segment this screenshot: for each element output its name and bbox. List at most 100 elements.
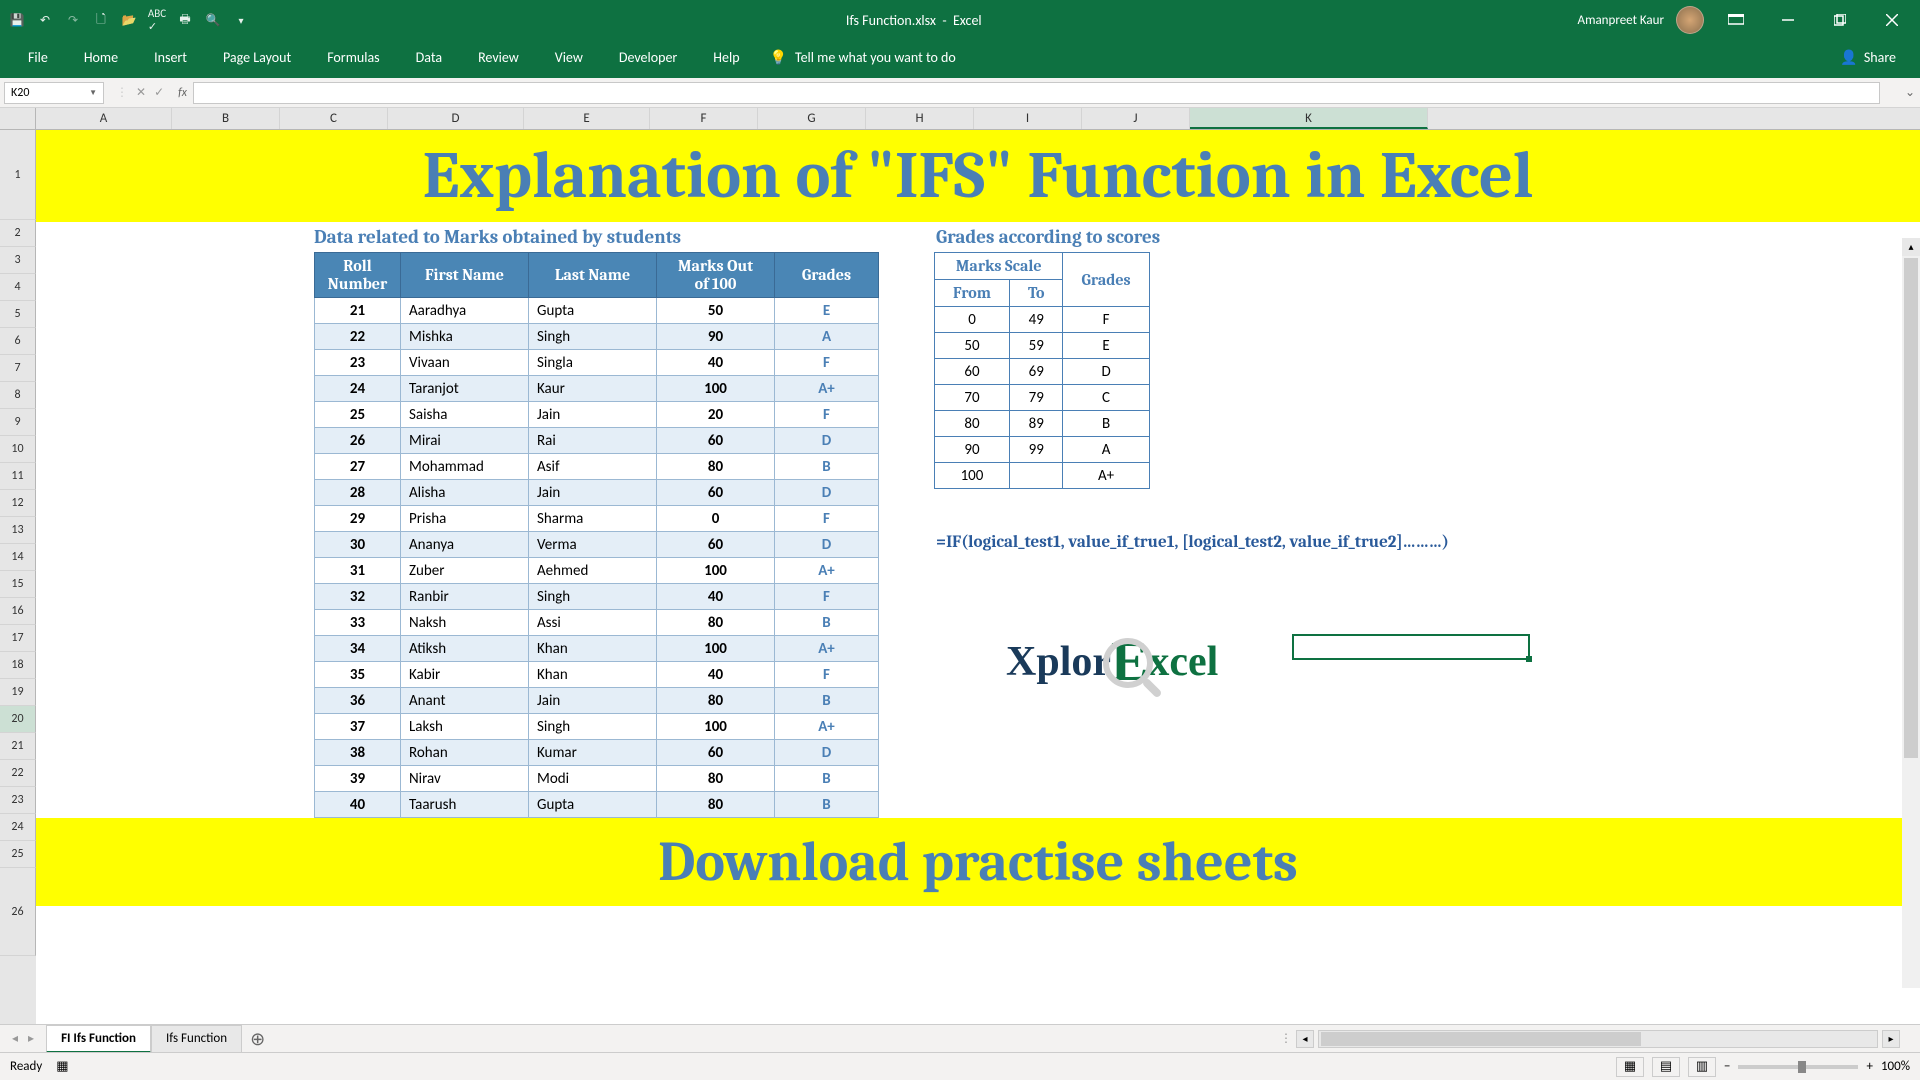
row-header-6[interactable]: 6 xyxy=(0,328,36,355)
scroll-thumb-v[interactable] xyxy=(1904,258,1918,758)
save-icon[interactable]: 💾 xyxy=(8,11,26,29)
active-cell-cursor[interactable] xyxy=(1292,634,1530,660)
zoom-level[interactable]: 100% xyxy=(1881,1059,1910,1074)
table-row[interactable]: 100A+ xyxy=(935,463,1150,489)
row-header-16[interactable]: 16 xyxy=(0,598,36,625)
split-divider[interactable]: ⋮ xyxy=(1280,1031,1292,1046)
table-row[interactable]: 33NakshAssi80B xyxy=(315,610,879,636)
row-header-7[interactable]: 7 xyxy=(0,355,36,382)
share-button[interactable]: 👤 Share xyxy=(1826,39,1910,78)
column-header-I[interactable]: I xyxy=(974,108,1082,129)
enter-formula-icon[interactable]: ✓ xyxy=(154,85,164,100)
cells-area[interactable]: Explanation of "IFS" Function in Excel D… xyxy=(36,130,1920,1044)
qat-dropdown-icon[interactable]: ▾ xyxy=(232,11,250,29)
new-icon[interactable]: 🗋 xyxy=(92,11,110,29)
expand-formula-icon[interactable]: ⌄ xyxy=(1900,85,1920,100)
table-row[interactable]: 26MiraiRai60D xyxy=(315,428,879,454)
row-header-17[interactable]: 17 xyxy=(0,625,36,652)
fx-button[interactable]: fx xyxy=(172,86,193,100)
formula-input[interactable] xyxy=(193,82,1880,104)
scroll-track-h[interactable] xyxy=(1318,1030,1878,1048)
row-header-12[interactable]: 12 xyxy=(0,490,36,517)
open-icon[interactable]: 📂 xyxy=(120,11,138,29)
row-header-14[interactable]: 14 xyxy=(0,544,36,571)
row-header-1[interactable]: 1 xyxy=(0,130,36,220)
row-header-11[interactable]: 11 xyxy=(0,463,36,490)
table-row[interactable]: 24TaranjotKaur100A+ xyxy=(315,376,879,402)
table-row[interactable]: 32RanbirSingh40F xyxy=(315,584,879,610)
tell-me-search[interactable]: 💡 Tell me what you want to do xyxy=(758,39,968,78)
row-header-2[interactable]: 2 xyxy=(0,220,36,247)
page-layout-button[interactable]: ▤ xyxy=(1652,1057,1680,1077)
sheet-tab[interactable]: FI Ifs Function xyxy=(46,1025,151,1053)
maximize-icon[interactable] xyxy=(1820,5,1860,35)
ribbon-tab-data[interactable]: Data xyxy=(398,39,460,78)
cancel-formula-icon[interactable]: ✕ xyxy=(136,85,146,100)
table-row[interactable]: 25SaishaJain20F xyxy=(315,402,879,428)
column-header-H[interactable]: H xyxy=(866,108,974,129)
scroll-up-icon[interactable]: ▴ xyxy=(1902,238,1920,256)
user-name[interactable]: Amanpreet Kaur xyxy=(1578,13,1664,28)
column-header-G[interactable]: G xyxy=(758,108,866,129)
table-row[interactable]: 37LakshSingh100A+ xyxy=(315,714,879,740)
ribbon-tab-review[interactable]: Review xyxy=(460,39,537,78)
row-header-23[interactable]: 23 xyxy=(0,787,36,814)
row-header-10[interactable]: 10 xyxy=(0,436,36,463)
table-row[interactable]: 40TaarushGupta80B xyxy=(315,792,879,818)
page-break-button[interactable]: ▥ xyxy=(1688,1057,1716,1077)
preview-icon[interactable]: 🔍 xyxy=(204,11,222,29)
row-header-15[interactable]: 15 xyxy=(0,571,36,598)
quickprint-icon[interactable]: 🖶 xyxy=(176,11,194,29)
select-all-corner[interactable] xyxy=(0,108,36,129)
column-header-F[interactable]: F xyxy=(650,108,758,129)
vertical-scrollbar[interactable]: ▴ xyxy=(1902,238,1920,988)
scroll-right-icon[interactable]: ▸ xyxy=(1882,1030,1900,1048)
macro-recorder-icon[interactable]: ▦ xyxy=(56,1059,68,1074)
name-box[interactable]: K20 ▼ xyxy=(4,82,104,104)
ribbon-tab-formulas[interactable]: Formulas xyxy=(309,39,397,78)
table-row[interactable]: 8089B xyxy=(935,411,1150,437)
table-row[interactable]: 22MishkaSingh90A xyxy=(315,324,879,350)
table-row[interactable]: 7079C xyxy=(935,385,1150,411)
undo-icon[interactable]: ↶ xyxy=(36,11,54,29)
table-row[interactable]: 39NiravModi80B xyxy=(315,766,879,792)
column-header-J[interactable]: J xyxy=(1082,108,1190,129)
row-header-20[interactable]: 20 xyxy=(0,706,36,733)
row-header-22[interactable]: 22 xyxy=(0,760,36,787)
table-row[interactable]: 049F xyxy=(935,307,1150,333)
avatar[interactable] xyxy=(1676,6,1704,34)
row-header-26[interactable]: 26 xyxy=(0,868,36,956)
row-header-24[interactable]: 24 xyxy=(0,814,36,841)
chevron-down-icon[interactable]: ▼ xyxy=(89,88,97,98)
column-header-D[interactable]: D xyxy=(388,108,524,129)
redo-icon[interactable]: ↷ xyxy=(64,11,82,29)
row-header-9[interactable]: 9 xyxy=(0,409,36,436)
table-row[interactable]: 23VivaanSingla40F xyxy=(315,350,879,376)
sheet-prev-icon[interactable]: ◂ xyxy=(8,1031,22,1046)
table-row[interactable]: 30AnanyaVerma60D xyxy=(315,532,879,558)
ribbon-options-icon[interactable] xyxy=(1716,5,1756,35)
zoom-slider[interactable] xyxy=(1738,1065,1858,1069)
sheet-tab[interactable]: Ifs Function xyxy=(151,1025,242,1053)
zoom-thumb[interactable] xyxy=(1798,1061,1806,1073)
ribbon-tab-developer[interactable]: Developer xyxy=(601,39,695,78)
row-header-3[interactable]: 3 xyxy=(0,247,36,274)
table-row[interactable]: 6069D xyxy=(935,359,1150,385)
table-row[interactable]: 29PrishaSharma0F xyxy=(315,506,879,532)
normal-view-button[interactable]: ▦ xyxy=(1616,1057,1644,1077)
column-header-B[interactable]: B xyxy=(172,108,280,129)
minimize-icon[interactable] xyxy=(1768,5,1808,35)
scroll-left-icon[interactable]: ◂ xyxy=(1296,1030,1314,1048)
table-row[interactable]: 36AnantJain80B xyxy=(315,688,879,714)
column-header-K[interactable]: K xyxy=(1190,108,1428,129)
table-row[interactable]: 28AlishaJain60D xyxy=(315,480,879,506)
ribbon-tab-view[interactable]: View xyxy=(537,39,601,78)
scroll-thumb-h[interactable] xyxy=(1321,1032,1641,1046)
add-sheet-button[interactable]: ⊕ xyxy=(242,1024,273,1054)
column-header-C[interactable]: C xyxy=(280,108,388,129)
row-header-13[interactable]: 13 xyxy=(0,517,36,544)
row-header-4[interactable]: 4 xyxy=(0,274,36,301)
table-row[interactable]: 5059E xyxy=(935,333,1150,359)
row-header-5[interactable]: 5 xyxy=(0,301,36,328)
table-row[interactable]: 21AaradhyaGupta50E xyxy=(315,298,879,324)
